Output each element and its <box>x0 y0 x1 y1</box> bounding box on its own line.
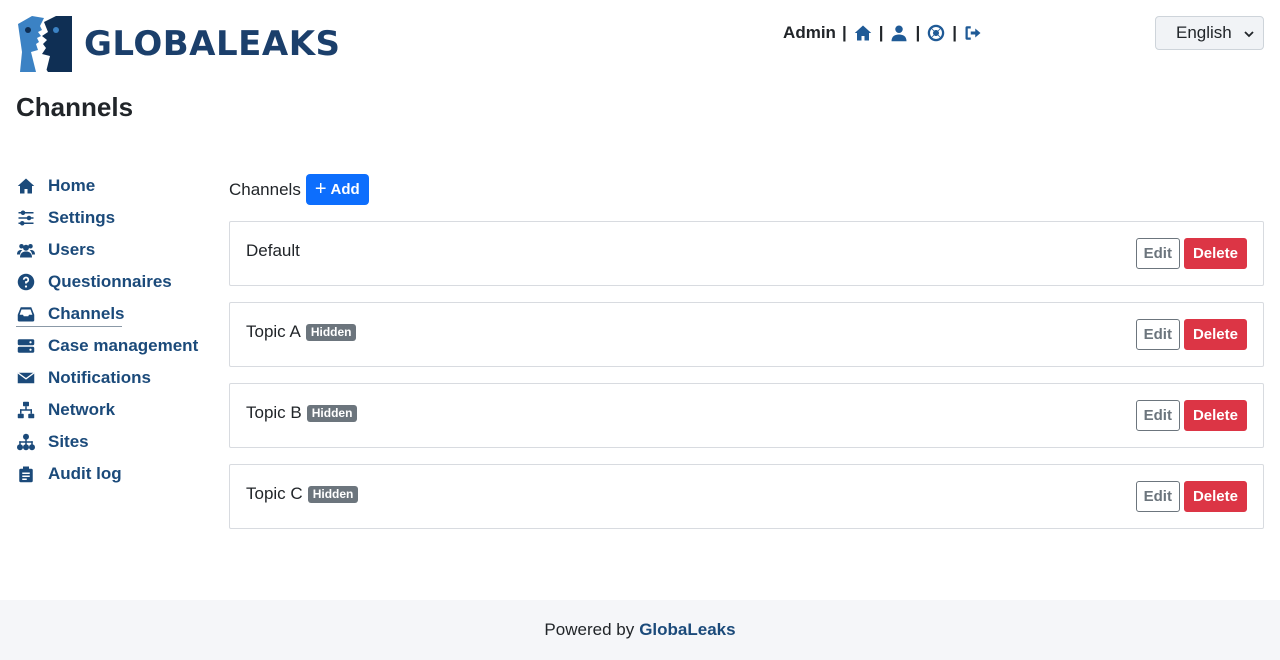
chevron-down-icon <box>1244 31 1254 38</box>
footer: Powered by GlobaLeaks <box>0 600 1280 660</box>
add-channel-button[interactable]: + Add <box>305 174 369 205</box>
channel-name: Topic C <box>246 484 303 503</box>
sidebar-item-label: Case management <box>48 336 199 355</box>
sidebar: Home Settings Users Questionnaires Chann… <box>16 170 216 490</box>
page-title: Channels <box>16 92 134 122</box>
separator: | <box>915 23 921 42</box>
sidebar-item-label: Home <box>48 176 96 195</box>
network-icon <box>16 400 36 420</box>
current-user: Admin <box>783 23 836 42</box>
home-icon <box>16 176 36 196</box>
channel-name: Default <box>246 241 300 260</box>
delete-button[interactable]: Delete <box>1183 481 1247 512</box>
sidebar-item-settings[interactable]: Settings <box>16 202 216 234</box>
sidebar-item-label: Settings <box>48 208 116 227</box>
question-icon <box>16 272 36 292</box>
separator: | <box>841 23 847 42</box>
sidebar-item-case-management[interactable]: Case management <box>16 330 216 362</box>
channel-card: Default Edit Delete <box>229 221 1264 286</box>
delete-button[interactable]: Delete <box>1183 238 1247 269</box>
hidden-badge: Hidden <box>307 485 359 503</box>
sliders-icon <box>16 208 36 228</box>
sidebar-item-label: Users <box>48 240 96 259</box>
channel-name: Topic B <box>246 403 302 422</box>
channel-card: Topic B Hidden Edit Delete <box>229 383 1264 448</box>
inbox-icon <box>16 304 36 324</box>
sidebar-item-sites[interactable]: Sites <box>16 426 216 458</box>
sidebar-item-users[interactable]: Users <box>16 234 216 266</box>
channels-panel: Channels + Add Default Edit Delete Topic… <box>229 174 1264 529</box>
plus-icon: + <box>314 177 327 200</box>
sidebar-item-notifications[interactable]: Notifications <box>16 362 216 394</box>
logout-icon[interactable] <box>963 23 983 43</box>
channels-heading: Channels <box>229 179 301 199</box>
sidebar-item-label: Audit log <box>48 464 122 483</box>
channels-header: Channels + Add <box>229 174 1264 205</box>
footer-prefix: Powered by <box>544 620 635 639</box>
channel-name: Topic A <box>246 322 301 341</box>
edit-button[interactable]: Edit <box>1135 481 1180 512</box>
delete-button[interactable]: Delete <box>1183 319 1247 350</box>
sidebar-item-label: Notifications <box>48 368 151 387</box>
user-icon[interactable] <box>889 23 909 43</box>
logo[interactable]: GLOBALEAKS <box>16 16 341 72</box>
sitemap-icon <box>16 432 36 452</box>
channel-card: Topic A Hidden Edit Delete <box>229 302 1264 367</box>
home-icon[interactable] <box>853 23 873 43</box>
channel-card: Topic C Hidden Edit Delete <box>229 464 1264 529</box>
logo-mark <box>18 16 72 72</box>
separator: | <box>952 23 957 42</box>
envelope-icon <box>16 368 36 388</box>
footer-brand-link[interactable]: GlobaLeaks <box>639 620 735 640</box>
clipboard-icon <box>16 464 36 484</box>
sidebar-item-label: Sites <box>48 432 89 451</box>
edit-button[interactable]: Edit <box>1135 319 1180 350</box>
delete-button[interactable]: Delete <box>1183 400 1247 431</box>
add-label: Add <box>330 181 360 198</box>
sidebar-item-home[interactable]: Home <box>16 170 216 202</box>
sidebar-item-label: Questionnaires <box>48 272 172 291</box>
sidebar-item-channels[interactable]: Channels <box>16 298 216 330</box>
separator: | <box>878 23 884 42</box>
server-icon <box>16 336 36 356</box>
logo-text: GLOBALEAKS <box>84 24 341 64</box>
sidebar-item-questionnaires[interactable]: Questionnaires <box>16 266 216 298</box>
hidden-badge: Hidden <box>305 323 357 341</box>
edit-button[interactable]: Edit <box>1135 400 1180 431</box>
sidebar-item-audit-log[interactable]: Audit log <box>16 458 216 490</box>
users-icon <box>16 240 36 260</box>
sidebar-item-network[interactable]: Network <box>16 394 216 426</box>
sidebar-item-label: Channels <box>48 304 125 323</box>
sidebar-item-label: Network <box>48 400 116 419</box>
language-select[interactable]: English <box>1155 16 1264 50</box>
hidden-badge: Hidden <box>306 404 358 422</box>
support-icon[interactable] <box>926 23 946 43</box>
top-navigation: Admin | | | | <box>783 22 983 44</box>
language-value: English <box>1176 23 1232 42</box>
edit-button[interactable]: Edit <box>1135 238 1180 269</box>
